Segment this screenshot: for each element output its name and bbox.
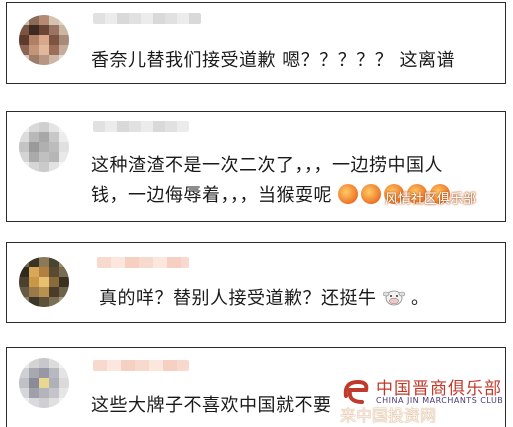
nickname-blurred[interactable] <box>93 360 189 371</box>
nickname-blurred[interactable] <box>93 13 201 24</box>
comment-text-line-2-text: 钱，一边侮辱着，，，当猴耍呢 <box>91 185 332 206</box>
comment-text: 真的咩？替别人接受道歉？还挺牛 。 <box>99 285 429 312</box>
overlay-watermark: 风情社区俱乐部 <box>385 192 477 207</box>
comment-text-main: 真的咩？替别人接受道歉？还挺牛 <box>99 288 377 309</box>
comment-text-end: 。 <box>410 288 430 309</box>
watermark: 中国晋商俱乐部 CHINA JIN MARCHANTS CLUB 来中国投资网 <box>340 372 510 425</box>
nickname-blurred[interactable] <box>97 257 189 268</box>
comment-card-3: 真的咩？替别人接受道歉？还挺牛 。 <box>6 242 506 323</box>
angry-face-icon <box>338 184 359 204</box>
comment-card-1: 香奈儿替我们接受道歉 嗯？？？？？ 这离谱 <box>6 2 506 84</box>
nickname-blurred[interactable] <box>93 121 189 132</box>
comment-text-line-1: 这种渣渣不是一次二次了，，，一边捞中国人 <box>91 155 443 176</box>
cow-face-icon <box>382 290 405 306</box>
comment-text: 香奈儿替我们接受道歉 嗯？？？？？ 这离谱 <box>91 50 455 71</box>
comment-text: 这些大牌子不喜欢中国就不要 <box>91 395 332 416</box>
watermark-overlay-text: 来中国投资网 <box>340 406 437 425</box>
comment-card-2: 这种渣渣不是一次二次了，，，一边捞中国人 钱，一边侮辱着，，，当猴耍呢 风情社区… <box>6 111 506 222</box>
angry-face-icon <box>361 184 382 204</box>
avatar[interactable] <box>19 15 69 65</box>
avatar[interactable] <box>19 122 69 172</box>
avatar[interactable] <box>19 358 69 408</box>
avatar[interactable] <box>19 257 69 307</box>
